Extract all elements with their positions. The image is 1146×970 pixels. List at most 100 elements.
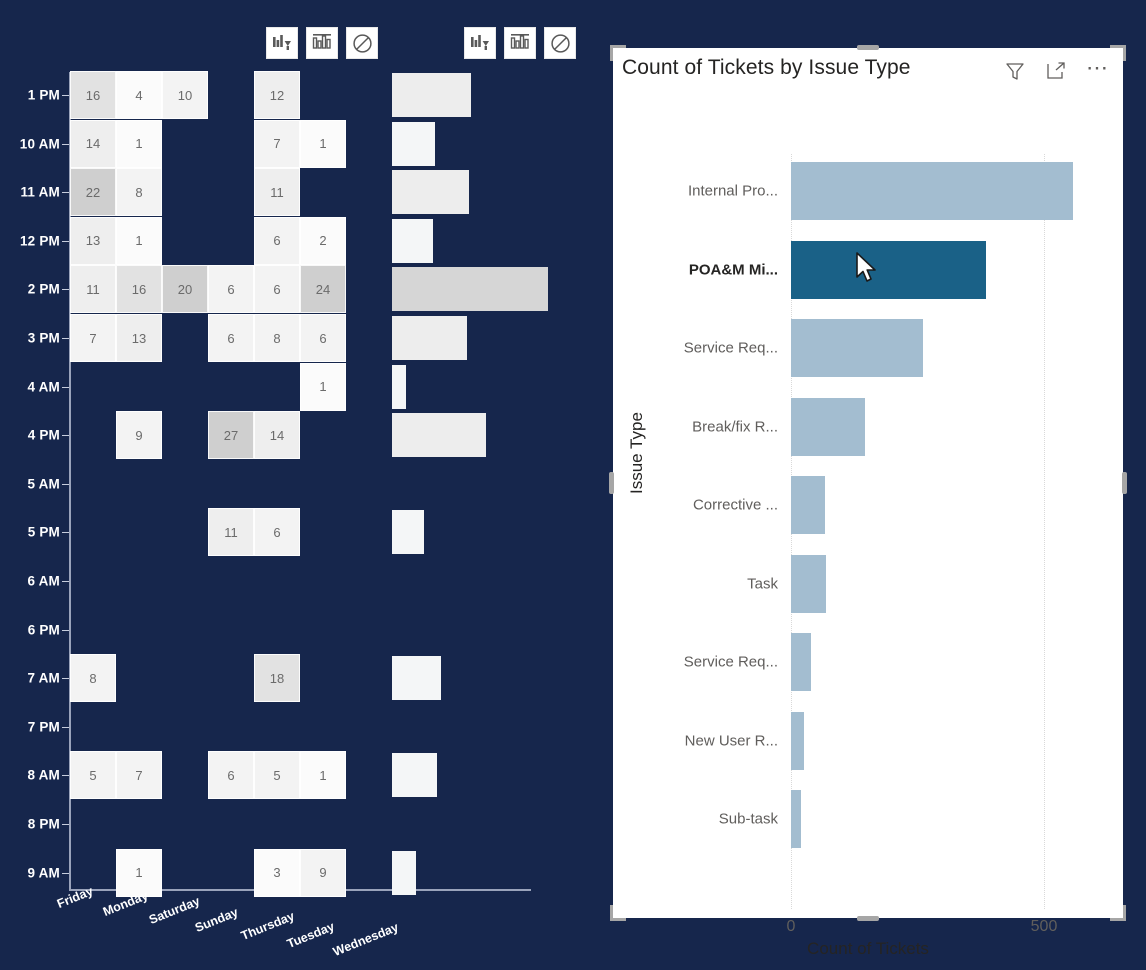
matrix-cell[interactable]: 8 [70, 654, 116, 703]
matrix-cell[interactable]: 11 [70, 265, 116, 314]
bar[interactable] [791, 240, 986, 299]
y-axis-tick [62, 289, 69, 291]
category-label[interactable]: Service Req... [684, 654, 778, 671]
drill-down-icon[interactable] [266, 27, 298, 59]
matrix-cell[interactable]: 6 [254, 216, 300, 265]
category-label[interactable]: New User R... [685, 732, 778, 749]
x-axis-title: Count of Tickets [807, 939, 929, 958]
matrix-cell[interactable]: 6 [254, 508, 300, 557]
matrix-cell[interactable]: 22 [70, 168, 116, 217]
matrix-cell[interactable]: 27 [208, 411, 254, 460]
matrix-cell[interactable]: 1 [116, 119, 162, 168]
filter-icon[interactable] [1004, 60, 1026, 87]
matrix-cell[interactable]: 14 [254, 411, 300, 460]
bar[interactable] [791, 711, 805, 770]
matrix-cell[interactable]: 11 [208, 508, 254, 557]
bar[interactable] [791, 162, 1073, 220]
matrix-cell[interactable]: 14 [70, 119, 116, 168]
focus-mode-icon[interactable] [1045, 60, 1067, 87]
bar[interactable] [791, 319, 924, 377]
y-axis-tick [62, 483, 69, 485]
category-label[interactable]: POA&M Mi... [689, 261, 778, 278]
y-axis-tick [62, 435, 69, 437]
matrix-cell[interactable]: 4 [116, 71, 162, 119]
right-drill-toolbar[interactable] [464, 27, 576, 59]
matrix-cell[interactable]: 3 [254, 848, 300, 897]
matrix-total-bar[interactable] [392, 850, 417, 895]
bar[interactable] [791, 633, 812, 691]
matrix-cell[interactable]: 6 [254, 265, 300, 314]
y-axis-tick [62, 240, 69, 242]
y-axis-label: 4 PM [27, 427, 60, 443]
matrix-cell[interactable]: 1 [300, 751, 346, 800]
category-label[interactable]: Corrective ... [693, 497, 778, 514]
matrix-total-bar[interactable] [392, 73, 471, 117]
matrix-total-bar[interactable] [392, 656, 441, 701]
matrix-total-bar[interactable] [392, 170, 470, 215]
category-label[interactable]: Sub-task [719, 811, 778, 828]
bar[interactable] [791, 397, 865, 456]
matrix-cell[interactable]: 7 [254, 119, 300, 168]
x-tick-label: 500 [1030, 918, 1058, 935]
matrix-cell[interactable]: 11 [254, 168, 300, 217]
bar[interactable] [791, 790, 802, 848]
matrix-cell[interactable]: 12 [254, 71, 300, 119]
bar-chart-visual[interactable]: Count of Tickets by Issue Type ⋯ Interna… [609, 45, 1127, 958]
y-axis-label: 12 PM [19, 233, 60, 249]
category-label[interactable]: Service Req... [684, 340, 778, 357]
matrix-cell[interactable]: 20 [162, 265, 208, 314]
category-label[interactable]: Task [747, 575, 778, 592]
bar[interactable] [791, 476, 825, 534]
bar[interactable] [791, 554, 826, 613]
visual-header: Count of Tickets by Issue Type ⋯ [613, 48, 1123, 94]
matrix-cell[interactable]: 7 [116, 751, 162, 800]
y-axis-label: 6 AM [27, 573, 60, 589]
matrix-cell[interactable]: 10 [162, 71, 208, 119]
y-axis-label: 8 PM [27, 816, 60, 832]
matrix-total-bar[interactable] [392, 121, 436, 166]
matrix-cell[interactable]: 24 [300, 265, 346, 314]
matrix-cell[interactable]: 9 [116, 411, 162, 460]
y-axis-label: 10 AM [19, 136, 60, 152]
expand-next-level-icon[interactable] [504, 27, 536, 59]
matrix-cell[interactable]: 13 [70, 216, 116, 265]
matrix-cell[interactable]: 8 [116, 168, 162, 217]
matrix-cell[interactable]: 7 [70, 314, 116, 362]
drill-up-blocked-icon[interactable] [346, 27, 378, 59]
matrix-cell[interactable]: 1 [300, 119, 346, 168]
matrix-total-bar[interactable] [392, 753, 438, 798]
matrix-total-bar[interactable] [392, 218, 434, 263]
matrix-cell[interactable]: 16 [70, 71, 116, 119]
bar-chart-plot[interactable]: Internal Pro... POA&M Mi... Service Req...… [613, 94, 1123, 958]
matrix-total-bar[interactable] [392, 364, 406, 409]
category-label[interactable]: Break/fix R... [692, 418, 778, 435]
matrix-cell[interactable]: 8 [254, 314, 300, 362]
x-axis-label: Wednesday [331, 920, 401, 959]
y-axis-tick [62, 581, 69, 582]
expand-next-level-icon[interactable] [306, 27, 338, 59]
matrix-cell[interactable]: 2 [300, 216, 346, 265]
matrix-cell[interactable]: 6 [208, 314, 254, 362]
matrix-cell[interactable]: 6 [300, 314, 346, 362]
left-drill-toolbar[interactable] [266, 27, 378, 59]
drill-down-icon[interactable] [464, 27, 496, 59]
matrix-total-bar[interactable] [392, 413, 486, 458]
matrix-cell[interactable]: 1 [116, 216, 162, 265]
matrix-cell[interactable]: 5 [254, 751, 300, 800]
matrix-cell[interactable]: 9 [300, 848, 346, 897]
matrix-cell[interactable]: 18 [254, 654, 300, 703]
matrix-total-bar[interactable] [392, 267, 549, 312]
matrix-visual[interactable]: 1 PM 10 AM 11 AM 12 PM 2 PM 3 PM 4 AM 4 PM 5 AM 5… [0, 0, 600, 970]
matrix-cell[interactable]: 16 [116, 265, 162, 314]
more-options-icon[interactable]: ⋯ [1086, 55, 1110, 81]
y-axis-label: 11 AM [20, 184, 60, 200]
matrix-total-bar[interactable] [392, 510, 424, 555]
matrix-cell[interactable]: 13 [116, 314, 162, 362]
matrix-cell[interactable]: 1 [300, 362, 346, 411]
category-label[interactable]: Internal Pro... [688, 183, 778, 200]
matrix-cell[interactable]: 6 [208, 751, 254, 800]
matrix-cell[interactable]: 6 [208, 265, 254, 314]
matrix-cell[interactable]: 5 [70, 751, 116, 800]
matrix-total-bar[interactable] [392, 316, 468, 360]
drill-up-blocked-icon[interactable] [544, 27, 576, 59]
